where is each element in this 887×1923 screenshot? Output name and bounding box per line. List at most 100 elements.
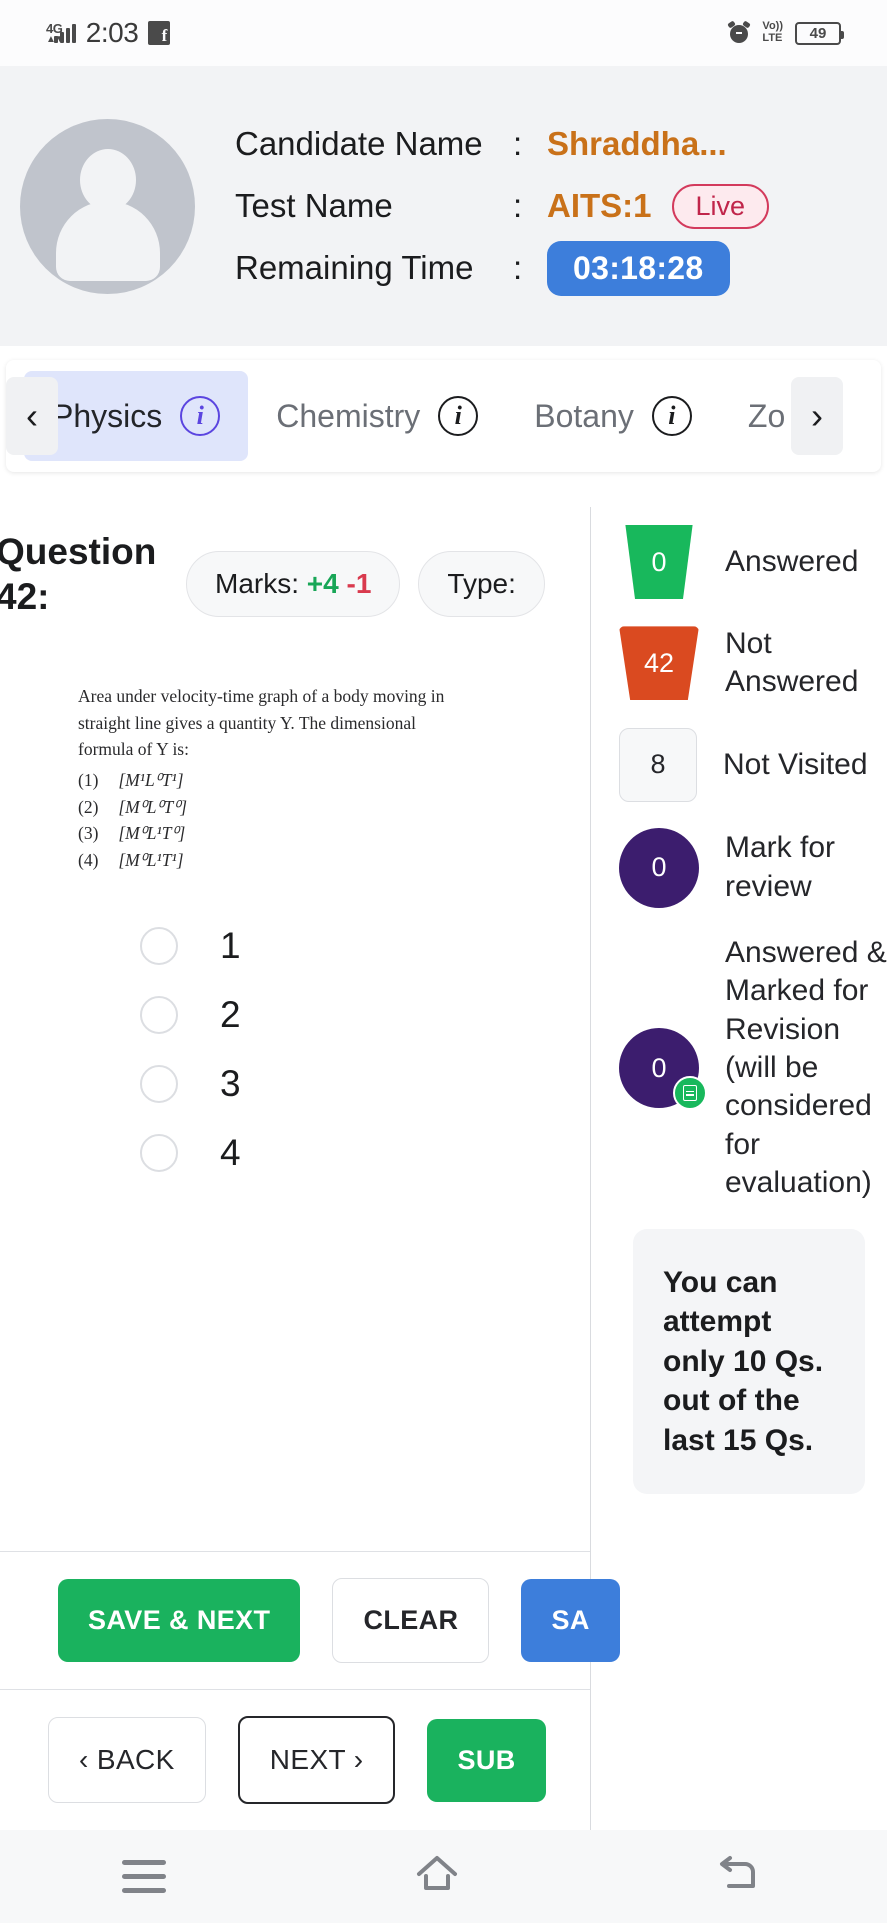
question-type-badge: Type:: [418, 551, 545, 617]
printed-options: (1) [M¹L⁰T¹] (2) [M⁰L⁰T⁰] (3) [M⁰L¹T⁰] (…: [78, 767, 548, 873]
printed-option-4: (4) [M⁰L¹T¹]: [78, 847, 548, 874]
candidate-name-row: Candidate Name : Shraddha...: [235, 120, 769, 168]
back-icon[interactable]: [709, 1850, 765, 1903]
subject-tabs-strip[interactable]: Physics i Chemistry i Botany i Zo: [6, 360, 813, 472]
statement-line-1: Area under velocity-time graph of a body…: [78, 686, 445, 707]
question-pane: Question 42: Marks: +4 -1 Type: Area und…: [0, 507, 620, 1830]
status-bar-left: 4G ▲▼ 2:03: [46, 17, 171, 49]
statement-line-2: straight line gives a quantity Y. The di…: [78, 712, 416, 733]
question-statement-image: Area under velocity-time graph of a body…: [78, 683, 548, 873]
signal-strength-icon: [53, 23, 76, 43]
printed-option-3-formula: [M⁰L¹T⁰]: [118, 823, 186, 844]
avatar: [20, 118, 195, 294]
answer-choice-3[interactable]: 3: [140, 1063, 590, 1105]
legend-item-answered[interactable]: 0 Answered: [619, 525, 887, 599]
remaining-time-colon: :: [513, 249, 523, 286]
not-visited-count-chip: 8: [619, 727, 697, 802]
navigation-action-row: ‹ BACK NEXT › SUB: [0, 1689, 590, 1830]
not-answered-count-chip: 42: [619, 626, 699, 701]
alarm-icon: [727, 20, 752, 44]
printed-option-2: (2) [M⁰L⁰T⁰]: [78, 794, 548, 821]
answered-marked-count-chip: 0: [619, 1028, 707, 1111]
home-icon[interactable]: [409, 1850, 465, 1903]
status-bar-right: Vo)) LTE 49: [727, 20, 844, 45]
tab-zoology-label: Zo: [747, 397, 786, 434]
candidate-name-colon: :: [513, 125, 523, 162]
printed-option-1-number: (1): [78, 770, 99, 791]
legend-label-answered-and-marked: Answered & Marked for Revision (will be …: [725, 935, 887, 1200]
answered-marked-badge-icon: [673, 1076, 707, 1111]
save-and-next-button[interactable]: SAVE & NEXT: [58, 1579, 301, 1662]
info-icon[interactable]: i: [438, 396, 479, 436]
candidate-info-list: Candidate Name : Shraddha... Test Name :…: [235, 120, 770, 296]
attempt-limit-notice: You can attempt only 10 Qs. out of the l…: [633, 1228, 865, 1495]
legend-label-answered: Answered: [725, 544, 859, 578]
tabs-next-arrow-icon[interactable]: ›: [791, 377, 843, 455]
answer-choice-3-label: 3: [220, 1063, 241, 1105]
android-navigation-bar: [0, 1830, 887, 1923]
answer-choice-4-label: 4: [220, 1132, 241, 1174]
submit-button[interactable]: SUB: [427, 1718, 546, 1802]
status-bar-clock: 2:03: [85, 17, 139, 48]
radio-button-3[interactable]: [140, 1065, 178, 1104]
marks-label: Marks:: [215, 568, 299, 599]
live-status-badge: Live: [671, 183, 770, 229]
printed-option-4-formula: [M⁰L¹T¹]: [118, 849, 184, 870]
remaining-time-row: Remaining Time : 03:18:28: [235, 240, 769, 296]
answer-choice-1[interactable]: 1: [140, 925, 590, 967]
legend-item-answered-and-marked[interactable]: 0 Answered & Marked for Revision (will b…: [619, 934, 887, 1203]
legend-item-not-answered[interactable]: 42 Not Answered: [619, 625, 887, 702]
test-name-value: AITS:1: [547, 187, 652, 224]
mark-for-review-count-chip: 0: [619, 827, 699, 908]
question-body: Area under velocity-time graph of a body…: [0, 619, 590, 1174]
printed-option-1-formula: [M¹L⁰T¹]: [118, 770, 184, 791]
question-type-label: Type:: [447, 568, 516, 599]
printed-option-3-number: (3): [78, 823, 99, 844]
legend-item-not-visited[interactable]: 8 Not Visited: [619, 727, 887, 802]
legend-label-mark-for-review: Mark for review: [725, 831, 836, 903]
test-name-label: Test Name: [235, 187, 393, 224]
question-header: Question 42: Marks: +4 -1 Type:: [0, 507, 590, 619]
remaining-time-value: 03:18:28: [547, 240, 730, 296]
question-status-legend: 0 Answered 42 Not Answered 8 Not Visited…: [591, 507, 887, 1830]
remaining-time-label: Remaining Time: [235, 249, 474, 286]
info-icon[interactable]: i: [180, 396, 221, 436]
next-button[interactable]: NEXT ›: [237, 1716, 396, 1804]
tabs-prev-arrow-icon[interactable]: ‹: [6, 377, 58, 455]
tab-chemistry-label: Chemistry: [276, 397, 421, 434]
radio-button-2[interactable]: [140, 996, 178, 1035]
recents-icon[interactable]: [121, 1860, 166, 1893]
tab-physics-label: Physics: [52, 397, 163, 434]
answer-choice-4[interactable]: 4: [140, 1132, 590, 1174]
radio-button-1[interactable]: [140, 927, 178, 966]
volte-icon: Vo)) LTE: [762, 21, 783, 44]
clear-button[interactable]: CLEAR: [332, 1578, 490, 1663]
marks-negative: -1: [346, 568, 372, 599]
test-name-row: Test Name : AITS:1 Live: [235, 182, 770, 230]
answer-choice-2-label: 2: [220, 994, 241, 1036]
answered-count-chip: 0: [625, 525, 693, 599]
battery-indicator: 49: [795, 21, 844, 45]
back-button[interactable]: ‹ BACK: [48, 1717, 206, 1803]
answer-choice-2[interactable]: 2: [140, 994, 590, 1036]
android-status-bar: 4G ▲▼ 2:03 Vo)) LTE 49: [0, 0, 887, 66]
page-title: Question 42:: [0, 531, 157, 618]
printed-option-4-number: (4): [78, 849, 99, 870]
printed-option-1: (1) [M¹L⁰T¹]: [78, 767, 548, 794]
radio-button-4[interactable]: [140, 1134, 178, 1173]
candidate-header: Candidate Name : Shraddha... Test Name :…: [0, 66, 887, 346]
printed-option-3: (3) [M⁰L¹T⁰]: [78, 820, 548, 847]
legend-item-mark-for-review[interactable]: 0 Mark for review: [619, 827, 887, 908]
facebook-icon: [148, 21, 171, 46]
answer-choice-1-label: 1: [220, 925, 241, 967]
test-name-colon: :: [513, 187, 523, 224]
marks-positive: +4: [306, 568, 339, 599]
statement-line-3: formula of Y is:: [78, 739, 189, 760]
candidate-name-label: Candidate Name: [235, 125, 483, 162]
answer-choice-list: 1 2 3 4: [78, 925, 590, 1174]
tab-botany[interactable]: Botany i: [506, 371, 720, 461]
tab-chemistry[interactable]: Chemistry i: [248, 371, 506, 461]
action-button-area: SAVE & NEXT CLEAR SA ‹ BACK NEXT › SUB: [0, 1551, 620, 1830]
info-icon[interactable]: i: [651, 396, 692, 436]
legend-label-not-answered: Not Answered: [725, 627, 859, 699]
